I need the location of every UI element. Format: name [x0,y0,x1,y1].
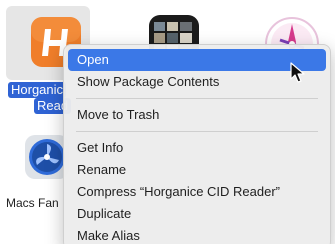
menu-separator [76,131,318,132]
menu-item-compress[interactable]: Compress “Horganice CID Reader” [68,181,326,203]
menu-separator [76,98,318,99]
menu-item-get-info[interactable]: Get Info [68,137,326,159]
desktop: Horganic Read Macs Fan Open Show Package… [0,0,335,244]
macs-fan-label[interactable]: Macs Fan [6,196,59,210]
menu-item-open[interactable]: Open [68,49,326,71]
menu-item-make-alias[interactable]: Make Alias [68,225,326,244]
menu-item-duplicate[interactable]: Duplicate [68,203,326,225]
menu-item-rename[interactable]: Rename [68,159,326,181]
horganice-label-line1: Horganic [8,82,67,98]
menu-item-show-package-contents[interactable]: Show Package Contents [68,71,326,93]
horganice-app-label[interactable]: Horganic Read [8,82,72,114]
menu-item-move-to-trash[interactable]: Move to Trash [68,104,326,126]
mouse-cursor-icon [290,62,305,83]
